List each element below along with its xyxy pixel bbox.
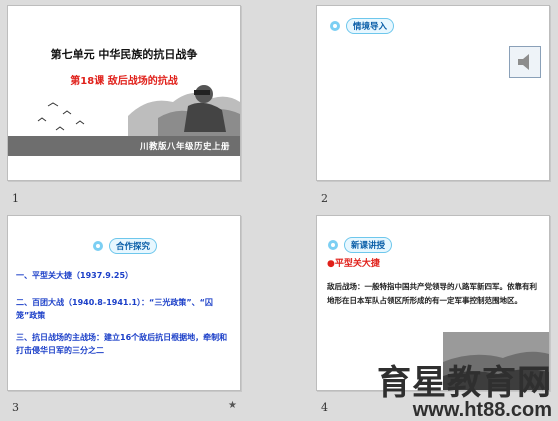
slide-4-badge: 新课讲授 bbox=[325, 237, 393, 253]
slide-1-band-text: 川教版八年级历史上册 bbox=[139, 142, 230, 152]
slide-thumbnail-2[interactable]: 情境导入 bbox=[316, 5, 550, 181]
slide-number-1: 1 bbox=[12, 192, 19, 205]
slide-4-heading: ●平型关大捷 bbox=[327, 259, 380, 269]
flower-icon bbox=[93, 241, 103, 251]
slide-4-paragraph: 敌后战场：一般特指中国共产党领导的八路军新四军。依靠有利地形在日本军队占领区所形… bbox=[327, 282, 537, 305]
slide-4-badge-label: 新课讲授 bbox=[344, 237, 393, 253]
slide-3-bullet-2: 二、百团大战（1940.8-1941.1）：“三光政策”、“囚笼”政策 bbox=[16, 298, 213, 320]
slide-thumbnail-3[interactable]: 合作探究 一、平型关大捷（1937.9.25） 二、百团大战（1940.8-19… bbox=[7, 215, 241, 391]
flower-icon bbox=[328, 240, 338, 250]
slide-3-bullet-3: 三、抗日战场的主战场：建立16个敌后抗日根据地，牵制和打击侵华日军的三分之二 bbox=[16, 333, 228, 355]
slide-1-band: 川教版八年级历史上册 bbox=[8, 136, 240, 156]
watermark-logo: 育星教育网 www.ht88.com bbox=[377, 366, 552, 420]
slide-thumbnail-1[interactable]: 第七单元 中华民族的抗日战争 第18课 敌后战场的抗战 川教版八年级历史上册 bbox=[7, 5, 241, 181]
speaker-icon bbox=[518, 54, 529, 70]
watermark-url: www.ht88.com bbox=[412, 399, 552, 421]
slide-number-3: 3 bbox=[12, 401, 19, 414]
slide-3-badge: 合作探究 bbox=[90, 238, 158, 254]
star-icon: ★ bbox=[228, 400, 237, 411]
slide-3-badge-label: 合作探究 bbox=[109, 238, 158, 254]
slide-number-4: 4 bbox=[321, 401, 328, 414]
slide-number-2: 2 bbox=[321, 192, 328, 205]
slide-3-bullet-1: 一、平型关大捷（1937.9.25） bbox=[16, 271, 134, 280]
speaker-button[interactable] bbox=[509, 46, 541, 78]
watermark-text: 育星教育网 bbox=[377, 363, 552, 403]
slide-2-badge: 情境导入 bbox=[327, 18, 395, 34]
flower-icon bbox=[330, 21, 340, 31]
slide-2-badge-label: 情境导入 bbox=[346, 18, 395, 34]
